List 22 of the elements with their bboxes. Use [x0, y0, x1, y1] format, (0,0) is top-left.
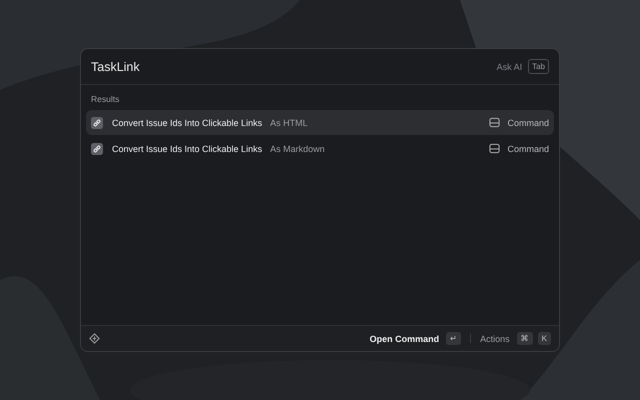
shortcut-key: ⌘ [516, 332, 533, 345]
ask-ai-label: Ask AI [496, 62, 522, 72]
result-subtitle: As HTML [270, 118, 308, 128]
open-command-button[interactable]: Open Command [370, 334, 440, 344]
command-icon [489, 117, 500, 128]
app-logo-icon [89, 333, 100, 344]
tab-key: Tab [528, 59, 549, 74]
shortcut-key: K [538, 332, 551, 345]
link-icon [91, 142, 103, 154]
result-item[interactable]: Convert Issue Ids Into Clickable Links As HTML Command [86, 110, 554, 135]
result-item[interactable]: Convert Issue Ids Into Clickable Links As Markdown Command [86, 136, 554, 161]
result-subtitle: As Markdown [270, 144, 325, 154]
result-title: Convert Issue Ids Into Clickable Links [112, 144, 262, 154]
command-icon [489, 143, 500, 154]
search-field[interactable]: TaskLink [91, 60, 491, 74]
result-type: Command [507, 144, 549, 154]
actions-button[interactable]: Actions [480, 334, 510, 344]
link-icon [91, 116, 103, 128]
section-title: Results [90, 93, 120, 106]
enter-key: ↵ [446, 332, 462, 345]
result-type: Command [507, 118, 549, 128]
result-title: Convert Issue Ids Into Clickable Links [112, 118, 262, 128]
